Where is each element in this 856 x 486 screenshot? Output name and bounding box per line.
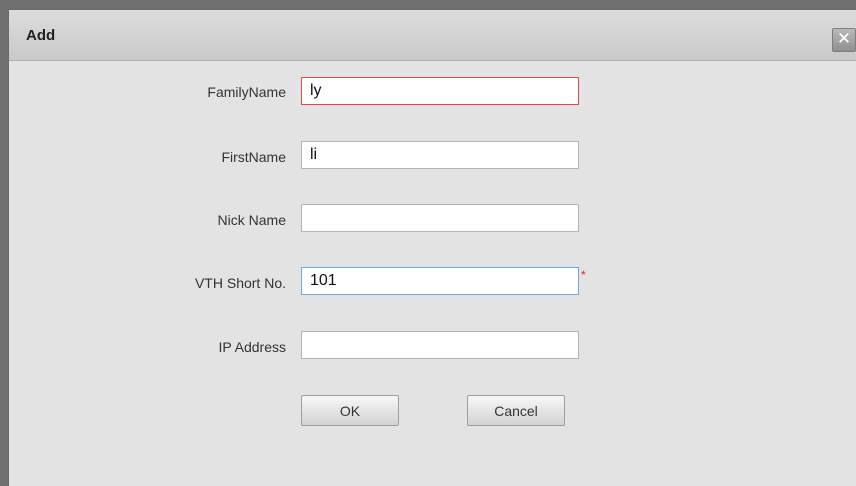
ok-button[interactable]: OK [301, 395, 399, 426]
add-dialog: Add ✕ FamilyName FirstName Nick Name VTH… [9, 10, 856, 486]
required-marker: * [581, 268, 586, 282]
dialog-titlebar: Add ✕ [9, 10, 856, 61]
cancel-button[interactable]: Cancel [467, 395, 565, 426]
ip-address-label: IP Address [218, 339, 286, 355]
family-name-label: FamilyName [207, 84, 286, 100]
nick-name-label: Nick Name [217, 212, 286, 228]
first-name-label: FirstName [221, 149, 286, 165]
nick-name-input[interactable] [301, 204, 579, 232]
close-icon[interactable]: ✕ [832, 28, 856, 52]
vth-short-no-input[interactable] [301, 267, 579, 295]
vth-short-no-label: VTH Short No. [194, 275, 286, 291]
family-name-input[interactable] [301, 77, 579, 105]
dialog-title: Add [26, 27, 56, 44]
ip-address-input[interactable] [301, 331, 579, 359]
first-name-input[interactable] [301, 141, 579, 169]
